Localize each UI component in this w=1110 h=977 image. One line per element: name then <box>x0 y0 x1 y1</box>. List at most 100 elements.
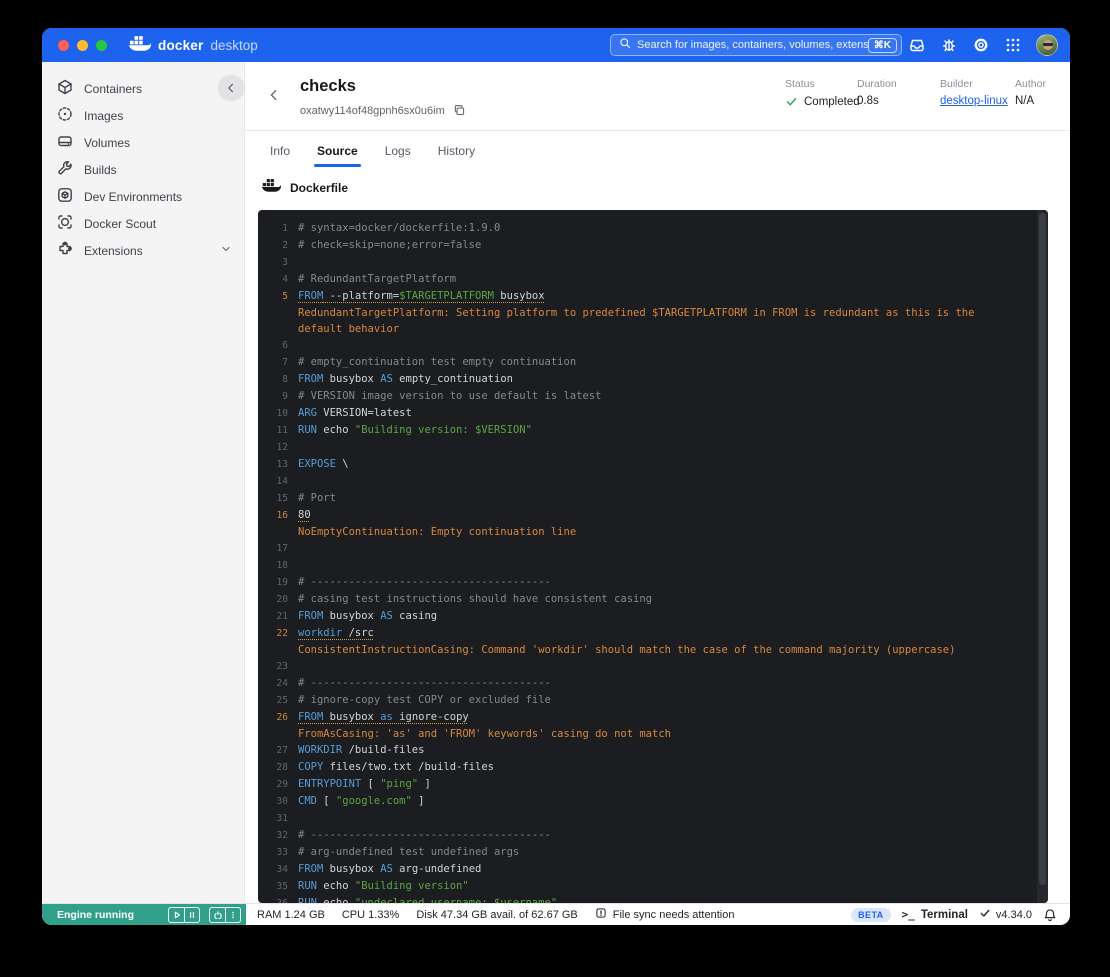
line-number: 15 <box>276 493 288 504</box>
user-avatar[interactable] <box>1036 34 1058 56</box>
code-row: 33 # arg-undefined test undefined args <box>268 844 1048 861</box>
copy-icon[interactable] <box>453 104 466 117</box>
stat-text: Disk 47.34 GB avail. of 62.67 GB <box>416 908 578 921</box>
version-status[interactable]: v4.34.0 <box>979 907 1032 922</box>
tab-info[interactable]: Info <box>270 144 290 167</box>
tab-bar: Info Source Logs History <box>270 144 475 167</box>
close-button[interactable] <box>58 39 69 51</box>
docker-desktop-logo: docker desktop <box>129 35 258 56</box>
header-divider <box>245 130 1070 131</box>
docker-whale-icon <box>262 178 282 197</box>
meta-status: Status Completed <box>785 78 860 108</box>
code-row: 35 RUN echo "Building version" <box>268 878 1048 895</box>
code-text: ENTRYPOINT [ "ping" ] <box>298 778 431 790</box>
code-text: EXPOSE \ <box>298 458 349 470</box>
code-row: 30 CMD [ "google.com" ] <box>268 793 1048 810</box>
minimize-button[interactable] <box>77 39 88 51</box>
play-icon[interactable] <box>169 908 184 922</box>
sidebar-item-images[interactable]: Images <box>42 102 244 129</box>
meta-value-text: N/A <box>1015 95 1035 107</box>
code-row: 7 # empty_continuation test empty continu… <box>268 354 1048 371</box>
code-text: # -------------------------------------- <box>298 576 551 588</box>
code-row: 36 RUN echo "undeclared username: $userna… <box>268 895 1048 903</box>
line-number: 6 <box>282 340 288 351</box>
bug-icon[interactable] <box>940 37 957 54</box>
line-number: 26 <box>276 712 288 723</box>
stat-text: CPU 1.33% <box>341 908 400 921</box>
line-number: 22 <box>276 628 288 639</box>
code-text: RUN echo "Building version" <box>298 880 469 892</box>
apps-grid-icon[interactable] <box>1004 37 1021 54</box>
lint-warning-text: NoEmptyContinuation: Empty continuation … <box>298 526 577 538</box>
pause-icon[interactable] <box>184 907 199 922</box>
line-number: 25 <box>276 695 288 706</box>
code-scrollbar-thumb[interactable] <box>1039 213 1046 885</box>
meta-label: Author <box>1015 78 1046 90</box>
code-row: 1 # syntax=docker/dockerfile:1.9.0 <box>268 220 1048 237</box>
meta-label: Status <box>785 78 815 90</box>
sidebar-item-builds[interactable]: Builds <box>42 156 244 183</box>
terminal-prompt-icon: >_ <box>901 908 915 921</box>
stat-item: Disk 47.34 GB avail. of 62.67 GB <box>416 909 577 921</box>
version-label: v4.34.0 <box>995 908 1032 921</box>
lint-underlined-statement: FROM --platform=$TARGETPLATFORM busybox <box>298 290 545 302</box>
sidebar-item-extensions[interactable]: Extensions <box>42 237 244 264</box>
statusbar-right: BETA >_ Terminal v4.34.0 <box>851 907 1070 922</box>
sidebar-item-label: Docker Scout <box>84 216 157 231</box>
code-row: 14 <box>268 473 1048 490</box>
status-bar: Engine running RAM 1.24 GB CPU 1.33% Disk … <box>42 903 1070 925</box>
code-text: FROM busybox AS arg-undefined <box>298 863 482 875</box>
code-text: # ignore-copy test COPY or excluded file <box>298 694 551 706</box>
line-number: 29 <box>276 779 288 790</box>
line-number: 13 <box>276 459 288 470</box>
tab-source[interactable]: Source <box>314 144 361 167</box>
file-sync-status[interactable]: File sync needs attention <box>595 907 734 922</box>
kebab-menu-icon[interactable] <box>225 907 240 922</box>
sidebar-item-containers[interactable]: Containers <box>42 75 244 102</box>
code-scrollbar-track <box>1037 210 1048 903</box>
power-icon[interactable] <box>210 908 225 922</box>
sidebar-item-label: Extensions <box>84 243 143 258</box>
docker-whale-icon <box>129 35 152 56</box>
builder-link[interactable]: desktop-linux <box>940 95 1008 107</box>
sidebar: Containers Images Volumes Builds Dev Environ… <box>42 62 245 903</box>
line-number: 5 <box>282 291 288 302</box>
code-row: 31 <box>268 810 1048 827</box>
sidebar-item-volumes[interactable]: Volumes <box>42 129 244 156</box>
lint-warning-text: RedundantTargetPlatform: Setting platfor… <box>298 307 981 335</box>
sidebar-collapse-button[interactable] <box>218 75 244 101</box>
dockerfile-source-viewer[interactable]: 1 # syntax=docker/dockerfile:1.9.0 2 # chec… <box>258 210 1048 903</box>
sidebar-item-label: Dev Environments <box>84 189 183 204</box>
terminal-button[interactable]: >_ Terminal <box>902 908 968 921</box>
page-title: checks <box>300 77 356 95</box>
images-icon <box>57 106 73 125</box>
code-text: # check=skip=none;error=false <box>298 239 482 251</box>
code-row: 29 ENTRYPOINT [ "ping" ] <box>268 776 1048 793</box>
file-sync-alert-icon <box>595 907 607 922</box>
sidebar-item-dev-environments[interactable]: Dev Environments <box>42 183 244 210</box>
code-row: 2 # check=skip=none;error=false <box>268 237 1048 254</box>
terminal-label: Terminal <box>920 908 968 921</box>
code-text: FROM busybox AS empty_continuation <box>298 373 513 385</box>
back-button[interactable] <box>265 86 283 104</box>
inbox-icon[interactable] <box>908 37 925 54</box>
line-number: 17 <box>276 543 288 554</box>
code-text: RUN echo "undeclared username: $username… <box>298 897 558 903</box>
line-number: 12 <box>276 442 288 453</box>
code-lines: 1 # syntax=docker/dockerfile:1.9.0 2 # chec… <box>268 220 1048 903</box>
notifications-bell-icon[interactable] <box>1043 908 1057 922</box>
code-row: 21 FROM busybox AS casing <box>268 608 1048 625</box>
sidebar-item-label: Containers <box>84 81 143 96</box>
zoom-button[interactable] <box>96 39 107 51</box>
global-search-input[interactable]: Search for images, containers, volumes, … <box>610 34 902 56</box>
tab-history[interactable]: History <box>438 144 475 167</box>
engine-run-controls <box>168 906 200 923</box>
line-number: 1 <box>282 223 288 234</box>
sidebar-item-docker-scout[interactable]: Docker Scout <box>42 210 244 237</box>
code-row: 9 # VERSION image version to use default … <box>268 388 1048 405</box>
tab-logs[interactable]: Logs <box>385 144 411 167</box>
settings-gear-icon[interactable] <box>972 37 989 54</box>
